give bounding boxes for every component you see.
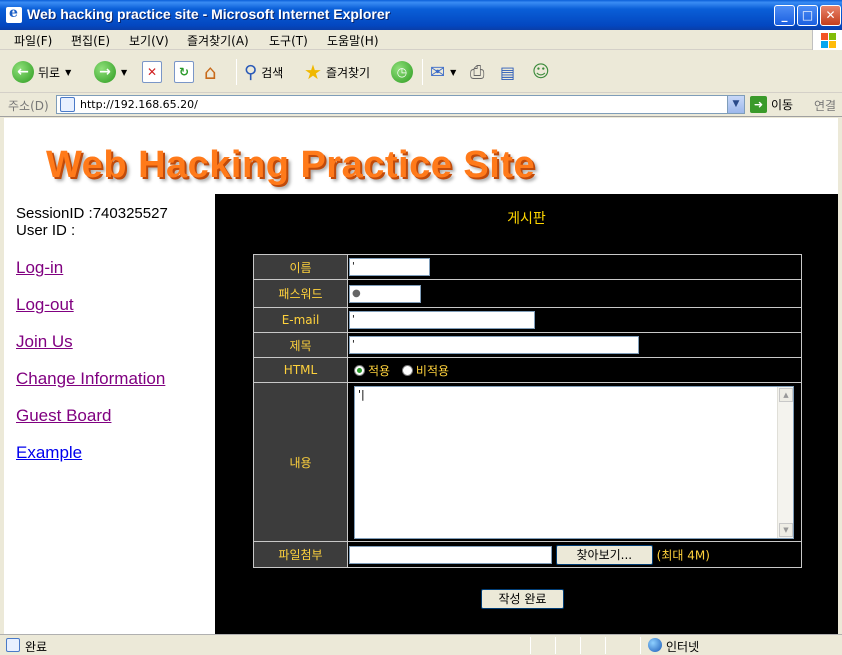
home-button[interactable]: ⌂: [204, 59, 217, 85]
scroll-down-icon[interactable]: ▼: [779, 522, 793, 537]
close-button[interactable]: ✕: [820, 5, 841, 26]
mail-button[interactable]: ✉ ▼: [430, 59, 456, 85]
search-icon: ⚲: [244, 61, 258, 83]
menu-help[interactable]: 도움말(H): [327, 32, 379, 49]
address-url: http://192.168.65.20/: [80, 98, 198, 111]
submit-button[interactable]: 작성 완료: [481, 589, 564, 609]
security-zone-label: 인터넷: [666, 640, 700, 654]
nav-join-link[interactable]: Join Us: [16, 332, 73, 352]
max-size-note: (최대 4M): [656, 548, 710, 562]
star-icon: ★: [304, 60, 322, 84]
minimize-button[interactable]: _: [774, 5, 795, 26]
favorites-label: 즐겨찾기: [325, 65, 371, 80]
history-icon: ◷: [391, 61, 413, 83]
back-label: 뒤로: [38, 65, 61, 80]
windows-logo-icon: [812, 30, 842, 50]
name-label: 이름: [253, 254, 348, 280]
site-logo: Web Hacking Practice Site: [46, 144, 536, 186]
page-icon: [60, 97, 75, 112]
title-bar: Web hacking practice site - Microsoft In…: [0, 0, 842, 30]
chevron-down-icon: ▼: [121, 67, 128, 77]
menu-view[interactable]: 보기(V): [129, 32, 169, 49]
nav-logout-link[interactable]: Log-out: [16, 295, 74, 315]
html-noapply-radio[interactable]: [401, 364, 413, 376]
password-input[interactable]: ●: [349, 284, 421, 303]
toolbar: ← 뒤로 ▼ → ▼ ✕ ↻ ⌂ ⚲ 검색 ★ 즐겨찾기 ◷ ✉ ▼ ⎙ ▤ ☺: [0, 51, 842, 93]
subject-input[interactable]: ': [349, 336, 639, 354]
menu-edit[interactable]: 편집(E): [71, 32, 110, 49]
status-bar: 완료 인터넷: [0, 634, 842, 655]
links-button[interactable]: 연결: [814, 97, 836, 114]
browse-button[interactable]: 찾아보기...: [555, 544, 653, 565]
file-path-input[interactable]: [349, 545, 552, 564]
textarea-scrollbar[interactable]: ▲ ▼: [777, 386, 793, 538]
refresh-button[interactable]: ↻: [174, 59, 194, 85]
html-apply-label: 적용: [368, 363, 391, 378]
browser-viewport: Web Hacking Practice Site SessionID :740…: [4, 118, 838, 634]
board-panel: 게시판 이름 ' 패스워드 ● E-mail ' 제목 ' HTML 적용 비적…: [215, 194, 838, 634]
chevron-down-icon: ▼: [65, 67, 72, 77]
board-title: 게시판: [507, 211, 546, 227]
forward-button[interactable]: → ▼: [94, 59, 127, 85]
mail-icon: ✉: [430, 61, 446, 83]
html-label: HTML: [253, 357, 348, 383]
forward-arrow-icon: →: [94, 61, 116, 83]
stop-button[interactable]: ✕: [142, 59, 162, 85]
stop-icon: ✕: [142, 61, 162, 83]
page-done-icon: [6, 638, 20, 652]
messenger-button[interactable]: ☺: [532, 59, 550, 85]
address-input[interactable]: http://192.168.65.20/ ▼: [56, 95, 745, 114]
maximize-button[interactable]: □: [797, 5, 818, 26]
history-button[interactable]: ◷: [391, 59, 413, 85]
home-icon: ⌂: [204, 60, 217, 84]
menu-tools[interactable]: 도구(T): [269, 32, 308, 49]
chevron-down-icon: ▼: [450, 67, 457, 77]
print-button[interactable]: ⎙: [470, 59, 484, 85]
menu-bar: 파일(F) 편집(E) 보기(V) 즐겨찾기(A) 도구(T) 도움말(H): [0, 30, 842, 50]
ie-app-icon: [6, 5, 22, 23]
go-label: 이동: [771, 98, 794, 112]
nav-login-link[interactable]: Log-in: [16, 258, 63, 278]
content-textarea[interactable]: '| ▲ ▼: [354, 385, 794, 539]
attach-label: 파일첨부: [253, 541, 348, 568]
email-input[interactable]: ': [349, 311, 535, 329]
scroll-up-icon[interactable]: ▲: [779, 387, 793, 402]
edit-page-icon: ▤: [500, 62, 516, 82]
back-arrow-icon: ←: [12, 61, 34, 83]
go-button[interactable]: ➜ 이동: [750, 96, 793, 113]
window-title: Web hacking practice site - Microsoft In…: [27, 6, 391, 22]
content-label: 내용: [253, 382, 348, 542]
go-arrow-icon: ➜: [750, 96, 767, 113]
edit-button[interactable]: ▤: [500, 59, 515, 85]
menu-favorites[interactable]: 즐겨찾기(A): [187, 32, 249, 49]
search-button[interactable]: ⚲ 검색: [244, 59, 283, 85]
address-bar: 주소(D) http://192.168.65.20/ ▼ ➜ 이동 연결: [0, 93, 842, 117]
session-id: SessionID :740325527: [16, 205, 168, 222]
nav-change-info-link[interactable]: Change Information: [16, 369, 165, 389]
address-dropdown-button[interactable]: ▼: [727, 96, 744, 113]
address-label: 주소(D): [8, 99, 49, 113]
refresh-icon: ↻: [174, 61, 194, 83]
back-button[interactable]: ← 뒤로 ▼: [12, 59, 71, 85]
user-id: User ID :: [16, 222, 76, 239]
subject-label: 제목: [253, 332, 348, 358]
status-text: 완료: [25, 640, 48, 654]
html-apply-radio[interactable]: [354, 364, 365, 376]
html-noapply-label: 비적용: [415, 363, 450, 378]
post-form: 이름 ' 패스워드 ● E-mail ' 제목 ' HTML 적용 비적용 내용…: [253, 254, 802, 568]
search-label: 검색: [261, 65, 284, 80]
sidebar: SessionID :740325527 User ID : Log-in Lo…: [4, 194, 215, 634]
messenger-icon: ☺: [532, 62, 550, 82]
password-label: 패스워드: [253, 279, 348, 308]
print-icon: ⎙: [470, 61, 485, 83]
content-value: '|: [358, 387, 365, 401]
internet-zone-icon: [648, 638, 662, 652]
nav-guest-board-link[interactable]: Guest Board: [16, 406, 111, 426]
menu-file[interactable]: 파일(F): [14, 32, 52, 49]
nav-example-link[interactable]: Example: [16, 443, 82, 463]
favorites-button[interactable]: ★ 즐겨찾기: [304, 59, 370, 85]
name-input[interactable]: ': [349, 258, 430, 276]
email-label: E-mail: [253, 307, 348, 333]
